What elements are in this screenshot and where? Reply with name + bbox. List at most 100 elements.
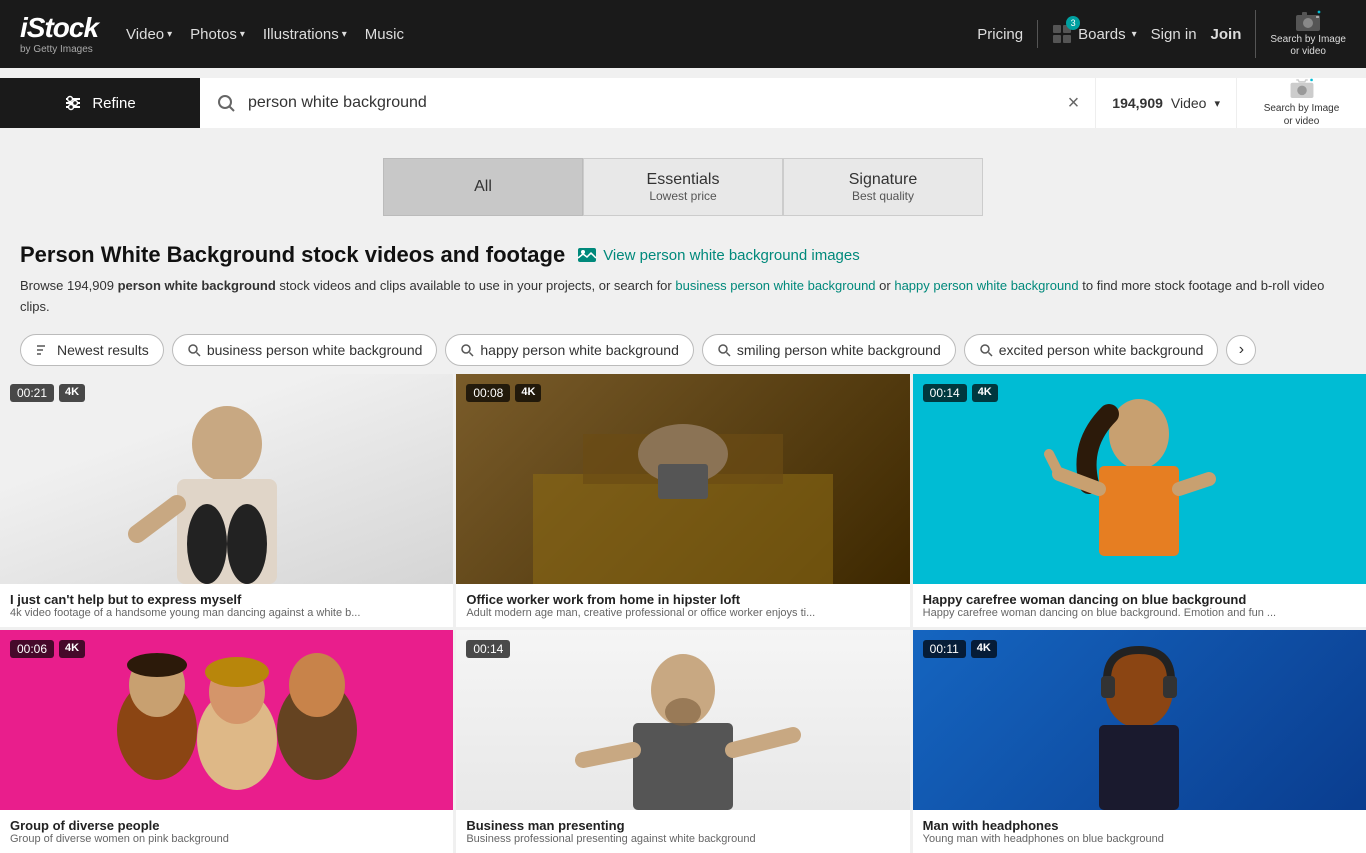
video-description: 4k video footage of a handsome young man… bbox=[10, 607, 443, 619]
title-area: Person White Background stock videos and… bbox=[0, 226, 1366, 326]
search-by-image-button[interactable]: Search by Imageor video bbox=[1255, 10, 1346, 58]
filter-icon bbox=[64, 94, 82, 112]
chip-happy[interactable]: happy person white background bbox=[445, 334, 693, 366]
duration-badge: 00:08 bbox=[466, 384, 510, 402]
video-description: Group of diverse women on pink backgroun… bbox=[10, 833, 443, 845]
logo-text: iStock bbox=[20, 13, 98, 44]
view-images-link[interactable]: View person white background images bbox=[577, 247, 860, 264]
video-card[interactable]: 00:14 Business man presenting Business p… bbox=[456, 630, 909, 853]
duration-badge: 00:21 bbox=[10, 384, 54, 402]
video-info: Happy carefree woman dancing on blue bac… bbox=[913, 584, 1366, 627]
quality-badge: 4K bbox=[971, 640, 997, 658]
video-description: Happy carefree woman dancing on blue bac… bbox=[923, 607, 1356, 619]
search-input[interactable] bbox=[248, 94, 1056, 112]
boards-button[interactable]: 3 Boards ▾ bbox=[1052, 24, 1137, 44]
chevron-down-icon: ▾ bbox=[342, 29, 347, 40]
newest-results-label: Newest results bbox=[57, 342, 149, 358]
video-info: Group of diverse people Group of diverse… bbox=[0, 810, 453, 853]
sign-in-button[interactable]: Sign in bbox=[1151, 26, 1197, 43]
video-title: Group of diverse people bbox=[10, 818, 443, 833]
pricing-link[interactable]: Pricing bbox=[977, 26, 1023, 43]
image-icon bbox=[577, 247, 597, 263]
duration-badge: 00:06 bbox=[10, 640, 54, 658]
duration-badge: 00:14 bbox=[923, 384, 967, 402]
sort-chip[interactable]: Newest results bbox=[20, 334, 164, 366]
quality-badge: 4K bbox=[515, 384, 541, 402]
quality-badge: 4K bbox=[59, 640, 85, 658]
chips-next-button[interactable]: › bbox=[1226, 335, 1256, 365]
chevron-down-icon: ▾ bbox=[1132, 29, 1137, 40]
boards-badge: 3 bbox=[1066, 16, 1080, 30]
nav-photos[interactable]: Photos ▾ bbox=[190, 26, 245, 43]
chevron-down-icon: ▾ bbox=[167, 29, 172, 40]
chip-business[interactable]: business person white background bbox=[172, 334, 438, 366]
search-image-text: Search by Imageor video bbox=[1264, 102, 1340, 128]
header: iStock by Getty Images Video ▾ Photos ▾ … bbox=[0, 0, 1366, 68]
video-card[interactable]: 00:11 4K Man with headphones Young man w… bbox=[913, 630, 1366, 853]
related-link-1[interactable]: business person white background bbox=[675, 278, 875, 293]
chip-smiling[interactable]: smiling person white background bbox=[702, 334, 956, 366]
logo[interactable]: iStock by Getty Images bbox=[20, 13, 98, 55]
video-card[interactable]: 00:14 4K Happy carefree woman dancing on… bbox=[913, 374, 1366, 627]
video-info: Business man presenting Business profess… bbox=[456, 810, 909, 853]
related-link-2[interactable]: happy person white background bbox=[894, 278, 1078, 293]
video-badges: 00:11 4K bbox=[923, 640, 997, 658]
main-nav: Video ▾ Photos ▾ Illustrations ▾ Music bbox=[126, 26, 404, 43]
filter-chips: Newest results business person white bac… bbox=[0, 326, 1366, 374]
video-info: I just can't help but to express myself … bbox=[0, 584, 453, 627]
nav-music[interactable]: Music bbox=[365, 26, 404, 43]
results-count-filter[interactable]: 194,909 Video ▾ bbox=[1095, 78, 1236, 128]
search-chip-icon bbox=[717, 343, 731, 357]
video-badges: 00:21 4K bbox=[10, 384, 85, 402]
video-title: Happy carefree woman dancing on blue bac… bbox=[923, 592, 1356, 607]
chevron-down-icon: ▾ bbox=[1214, 97, 1220, 110]
search-icon bbox=[216, 93, 236, 113]
duration-badge: 00:14 bbox=[466, 640, 510, 658]
video-title: Man with headphones bbox=[923, 818, 1356, 833]
video-card[interactable]: 00:08 4K Office worker work from home in… bbox=[456, 374, 909, 627]
chevron-down-icon: ▾ bbox=[240, 29, 245, 40]
refine-button[interactable]: Refine bbox=[0, 78, 200, 128]
video-card[interactable]: 00:06 4K Group of diverse people Group o… bbox=[0, 630, 453, 853]
search-image-label: Search by Imageor video bbox=[1270, 34, 1346, 58]
duration-badge: 00:11 bbox=[923, 640, 966, 658]
video-description: Adult modern age man, creative professio… bbox=[466, 607, 899, 619]
video-thumbnail bbox=[913, 374, 1366, 584]
video-badges: 00:14 4K bbox=[923, 384, 998, 402]
search-chip-icon bbox=[187, 343, 201, 357]
quality-badge: 4K bbox=[59, 384, 85, 402]
video-thumbnail bbox=[0, 374, 453, 584]
video-description: Business professional presenting against… bbox=[466, 833, 899, 845]
join-button[interactable]: Join bbox=[1211, 26, 1242, 43]
tab-essentials[interactable]: Essentials Lowest price bbox=[583, 158, 783, 216]
video-title: Business man presenting bbox=[466, 818, 899, 833]
collection-tabs: All Essentials Lowest price Signature Be… bbox=[0, 138, 1366, 226]
search-input-container: × bbox=[200, 78, 1095, 128]
nav-video[interactable]: Video ▾ bbox=[126, 26, 172, 43]
video-card[interactable]: 00:21 4K I just can't help but to expres… bbox=[0, 374, 453, 627]
video-description: Young man with headphones on blue backgr… bbox=[923, 833, 1356, 845]
search-area: Refine × 194,909 Video ▾ Search by Image… bbox=[0, 68, 1366, 138]
tab-all[interactable]: All bbox=[383, 158, 583, 216]
video-info: Office worker work from home in hipster … bbox=[456, 584, 909, 627]
search-chip-icon bbox=[979, 343, 993, 357]
nav-illustrations[interactable]: Illustrations ▾ bbox=[263, 26, 347, 43]
search-by-image-side[interactable]: Search by Imageor video bbox=[1236, 78, 1366, 128]
tab-signature[interactable]: Signature Best quality bbox=[783, 158, 983, 216]
quality-badge: 4K bbox=[972, 384, 998, 402]
chip-excited[interactable]: excited person white background bbox=[964, 334, 1219, 366]
video-title: Office worker work from home in hipster … bbox=[466, 592, 899, 607]
video-title: I just can't help but to express myself bbox=[10, 592, 443, 607]
sort-icon bbox=[35, 342, 51, 358]
video-info: Man with headphones Young man with headp… bbox=[913, 810, 1366, 853]
video-thumbnail bbox=[456, 374, 909, 584]
video-badges: 00:06 4K bbox=[10, 640, 85, 658]
header-right: Pricing 3 Boards ▾ Sign in Join bbox=[977, 10, 1346, 58]
results-count: 194,909 bbox=[1112, 95, 1163, 111]
video-badges: 00:14 bbox=[466, 640, 510, 658]
page-title: Person White Background stock videos and… bbox=[20, 242, 565, 268]
clear-search-button[interactable]: × bbox=[1068, 92, 1080, 115]
camera-upload-icon bbox=[1289, 78, 1315, 99]
camera-icon bbox=[1294, 10, 1322, 32]
logo-sub: by Getty Images bbox=[20, 44, 98, 55]
